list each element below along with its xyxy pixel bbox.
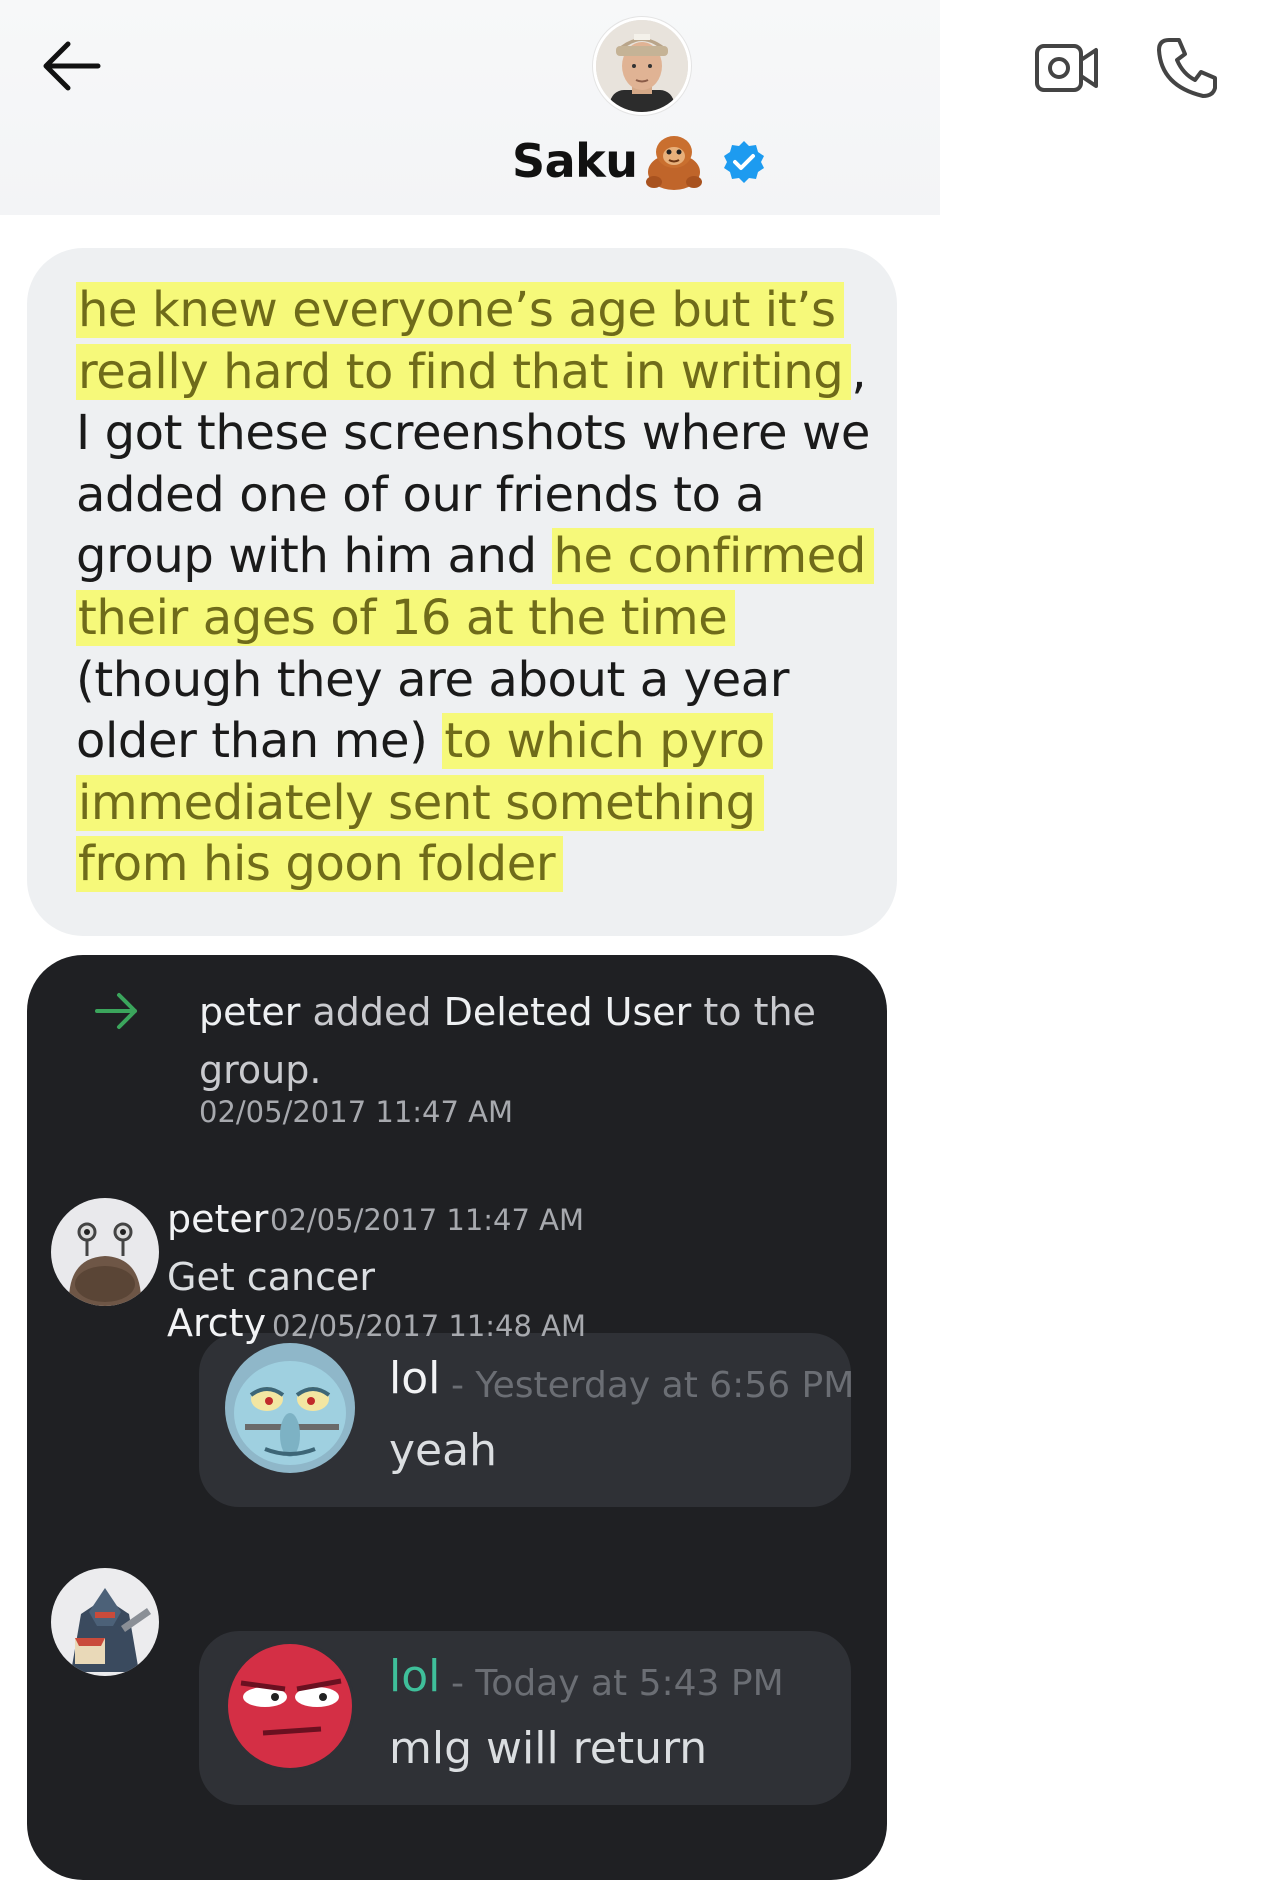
system-target: Deleted User	[443, 990, 692, 1034]
message-body: Get cancer	[167, 1255, 375, 1299]
message-segment-highlighted: he knew everyone’s age but it’s really h…	[76, 282, 852, 400]
embed-body: mlg will return	[389, 1723, 708, 1774]
mlg-face-avatar	[225, 1641, 355, 1771]
back-arrow-icon[interactable]	[40, 38, 106, 94]
embed-timestamp: - Yesterday at 6:56 PM	[451, 1365, 855, 1406]
member-join-arrow-icon	[93, 991, 141, 1031]
system-actor: peter	[199, 990, 301, 1034]
embedded-message: lol - Today at 5:43 PM mlg will return	[199, 1631, 851, 1805]
orangutan-emoji-icon	[640, 128, 708, 192]
squidward-avatar	[225, 1343, 355, 1473]
message-author[interactable]: Arcty	[167, 1301, 266, 1345]
verified-badge-icon	[721, 139, 767, 185]
discord-screenshot-image[interactable]: peter added Deleted User to the group. 0…	[27, 955, 887, 1880]
embedded-message: lol - Yesterday at 6:56 PM yeah	[199, 1333, 855, 1507]
message-author[interactable]: peter	[167, 1197, 268, 1241]
arcty-avatar	[51, 1568, 159, 1676]
message-timestamp: 02/05/2017 11:48 AM	[272, 1309, 587, 1343]
embed-timestamp: - Today at 5:43 PM	[451, 1663, 784, 1704]
system-timestamp: 02/05/2017 11:47 AM	[199, 1095, 514, 1129]
contact-avatar[interactable]	[593, 17, 691, 115]
message-timestamp: 02/05/2017 11:47 AM	[270, 1203, 585, 1237]
video-call-icon[interactable]	[1034, 40, 1100, 96]
phone-call-icon[interactable]	[1155, 34, 1219, 100]
embed-author: lol	[389, 1353, 441, 1404]
peter-avatar	[51, 1198, 159, 1306]
embed-body: yeah	[389, 1425, 497, 1476]
contact-name[interactable]: Saku	[512, 134, 638, 188]
message-text: he knew everyone’s age but it’s really h…	[76, 280, 876, 896]
system-message: peter added Deleted User to the group.	[199, 983, 849, 1099]
system-verb: added	[300, 990, 444, 1034]
embed-author: lol	[389, 1651, 441, 1702]
